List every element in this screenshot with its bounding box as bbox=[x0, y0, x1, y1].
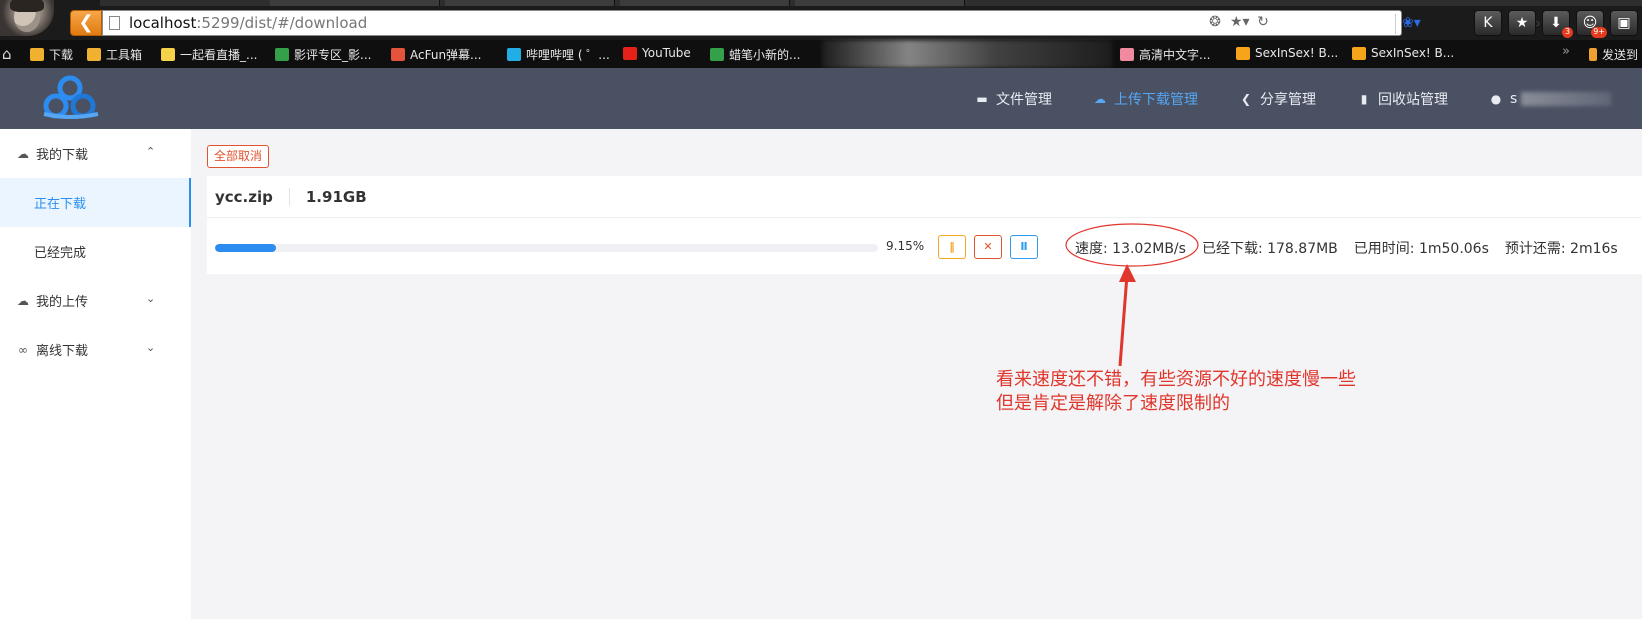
nav-file-management[interactable]: ▬ 文件管理 bbox=[974, 89, 1052, 109]
sidebar-item-completed[interactable]: 已经完成 bbox=[0, 227, 191, 276]
remaining-time: 预计还需: 2m16s bbox=[1504, 241, 1618, 257]
panda-icon bbox=[275, 48, 289, 61]
phone-icon bbox=[1589, 48, 1597, 61]
pig-icon bbox=[1120, 48, 1134, 61]
gamepad-extension-icon[interactable]: ☺ 9+ bbox=[1576, 10, 1607, 38]
progress-bar bbox=[215, 244, 878, 252]
k-extension-icon[interactable]: K bbox=[1474, 10, 1502, 36]
annotation-line-1: 看来速度还不错，有些资源不好的速度慢一些 bbox=[996, 369, 1356, 390]
folder-icon bbox=[87, 48, 101, 61]
progress-fill bbox=[215, 244, 276, 252]
extension-toolbar: K ★ ⬇ 3 ☺ 9+ ▣ bbox=[1474, 10, 1642, 38]
bookmark-star-icon[interactable]: ★▾ bbox=[1230, 13, 1250, 31]
close-icon: ✕ bbox=[983, 240, 993, 253]
sidebar-group-offline-download[interactable]: ∞ 离线下载 ⌄ bbox=[0, 325, 191, 374]
file-size: 1.91GB bbox=[305, 187, 367, 206]
star-extension-icon[interactable]: ★ bbox=[1508, 10, 1536, 36]
chevron-down-icon: ⌄ bbox=[146, 341, 156, 354]
reload-icon[interactable]: ↻ bbox=[1254, 13, 1272, 31]
nav-share-management[interactable]: ❮ 分享管理 bbox=[1238, 89, 1316, 109]
home-icon[interactable]: ⌂ bbox=[2, 45, 12, 63]
task-body: 9.15% ‖ ✕ Ⅱ 速度: 13.02MB/s 已经下载: 178.87MB… bbox=[207, 218, 1642, 274]
nav-recycle-bin[interactable]: ▮ 回收站管理 bbox=[1356, 89, 1448, 109]
downloaded-amount: 已经下载: 178.87MB bbox=[1201, 241, 1338, 257]
bookmark-item[interactable]: 工具箱 bbox=[87, 46, 142, 63]
share-icon: ❮ bbox=[1240, 91, 1252, 106]
bookmark-item[interactable]: SexInSex! B... bbox=[1352, 46, 1454, 60]
pause-icon: ‖ bbox=[949, 240, 955, 253]
nav-transfer-management[interactable]: ☁ 上传下载管理 bbox=[1092, 89, 1198, 109]
redacted-username bbox=[1521, 91, 1612, 106]
folder-icon bbox=[30, 48, 44, 61]
download-task-card: ycc.zip 1.91GB 9.15% ‖ ✕ Ⅱ 速度: 13.02MB/s… bbox=[207, 176, 1642, 274]
bookmark-item[interactable]: 哔哩哔哩 ( ゜... bbox=[507, 46, 610, 63]
tab-strip bbox=[100, 0, 1642, 6]
barcode-icon: Ⅱ bbox=[1020, 240, 1028, 253]
acfun-icon bbox=[391, 48, 405, 61]
sidebar-group-my-upload[interactable]: ☁ 我的上传 ⌄ bbox=[0, 276, 191, 325]
elapsed-time: 已用时间: 1m50.06s bbox=[1353, 241, 1489, 257]
bookmark-item[interactable]: 一起看直播_... bbox=[161, 46, 257, 63]
link-icon: ∞ bbox=[18, 342, 28, 357]
open-folder-button[interactable]: Ⅱ bbox=[1010, 235, 1038, 259]
profile-avatar[interactable] bbox=[0, 0, 54, 36]
task-stats: 速度: 13.02MB/s 已经下载: 178.87MB 已用时间: 1m50.… bbox=[1075, 238, 1634, 258]
main-nav: ▬ 文件管理 ☁ 上传下载管理 ❮ 分享管理 ▮ 回收站管理 ● s bbox=[974, 68, 1642, 129]
baidu-paw-icon[interactable]: ❀▾ bbox=[1402, 15, 1421, 31]
sidebar-group-my-download[interactable]: ☁ 我的下载 ⌃ bbox=[0, 129, 191, 178]
panda-icon bbox=[710, 48, 724, 61]
youtube-icon bbox=[623, 46, 637, 60]
progress-percent: 9.15% bbox=[886, 239, 925, 253]
cancel-button[interactable]: ✕ bbox=[974, 235, 1002, 259]
speed-dial-icon[interactable]: ❂ bbox=[1206, 13, 1224, 31]
chevron-up-icon: ⌃ bbox=[146, 145, 156, 158]
main-content: 全部取消 ycc.zip 1.91GB 9.15% ‖ ✕ Ⅱ 速度: 13.0… bbox=[191, 129, 1642, 619]
cloud-upload-icon: ☁ bbox=[17, 293, 29, 308]
browser-tab[interactable] bbox=[620, 0, 790, 6]
chevron-down-icon: ⌄ bbox=[146, 292, 156, 305]
bookmark-item[interactable]: 蜡笔小新的... bbox=[710, 46, 800, 63]
cloud-icon: ☁ bbox=[1094, 91, 1106, 106]
bookmarks-bar: ⌂ 下载 工具箱 一起看直播_... 影评专区_影... AcFun弹幕... … bbox=[0, 40, 1642, 68]
sidebar: ☁ 我的下载 ⌃ 正在下载 已经完成 ☁ 我的上传 ⌄ ∞ 离线下载 ⌄ bbox=[0, 129, 191, 619]
redacted-bookmarks bbox=[822, 40, 1112, 68]
screenshot-extension-icon[interactable]: ▣ bbox=[1610, 10, 1638, 36]
user-icon: ● bbox=[1490, 91, 1502, 106]
app-logo[interactable] bbox=[40, 74, 102, 124]
sis-icon bbox=[1352, 46, 1366, 60]
bilibili-icon bbox=[507, 48, 521, 61]
address-bar[interactable]: localhost:5299/dist/#/download ❂ ★▾ ↻ ❀▾… bbox=[102, 10, 1541, 36]
browser-tab[interactable] bbox=[270, 0, 440, 6]
user-menu[interactable]: ● s bbox=[1488, 91, 1612, 107]
page-icon bbox=[109, 16, 120, 30]
cloud-download-icon: ☁ bbox=[17, 146, 29, 161]
bookmark-item[interactable]: 发送到 bbox=[1589, 46, 1638, 63]
browser-tab[interactable] bbox=[445, 0, 615, 6]
app-header: ▬ 文件管理 ☁ 上传下载管理 ❮ 分享管理 ▮ 回收站管理 ● s bbox=[0, 68, 1642, 129]
leaf-icon bbox=[161, 48, 175, 61]
sidebar-item-downloading[interactable]: 正在下载 bbox=[0, 178, 191, 227]
annotation-line-2: 但是肯定是解除了速度限制的 bbox=[996, 393, 1230, 414]
bookmark-item[interactable]: 高清中文字... bbox=[1120, 46, 1210, 63]
annotation-text: 看来速度还不错，有些资源不好的速度慢一些 但是肯定是解除了速度限制的 bbox=[996, 368, 1356, 416]
url-text[interactable]: localhost:5299/dist/#/download bbox=[129, 14, 367, 32]
download-speed: 速度: 13.02MB/s bbox=[1075, 241, 1186, 257]
bookmark-item[interactable]: 影评专区_影... bbox=[275, 46, 371, 63]
file-name: ycc.zip bbox=[215, 187, 290, 206]
back-button[interactable]: ❮ bbox=[70, 10, 102, 36]
folder-icon: ▬ bbox=[976, 91, 988, 106]
bookmark-item[interactable]: SexInSex! B... bbox=[1236, 46, 1338, 60]
bookmark-item[interactable]: 下载 bbox=[30, 46, 73, 63]
trash-icon: ▮ bbox=[1360, 91, 1368, 106]
cancel-all-button[interactable]: 全部取消 bbox=[207, 145, 270, 168]
browser-tab[interactable] bbox=[795, 0, 965, 6]
bookmark-item[interactable]: AcFun弹幕... bbox=[391, 46, 482, 63]
task-header: ycc.zip 1.91GB bbox=[207, 176, 1642, 218]
browser-toolbar: ❮ localhost:5299/dist/#/download ❂ ★▾ ↻ … bbox=[0, 0, 1642, 40]
bookmarks-overflow-icon[interactable]: » bbox=[1562, 44, 1570, 59]
sis-icon bbox=[1236, 46, 1250, 60]
pause-button[interactable]: ‖ bbox=[938, 235, 966, 259]
download-extension-icon[interactable]: ⬇ 3 bbox=[1542, 10, 1573, 38]
bookmark-item[interactable]: YouTube bbox=[623, 46, 691, 60]
